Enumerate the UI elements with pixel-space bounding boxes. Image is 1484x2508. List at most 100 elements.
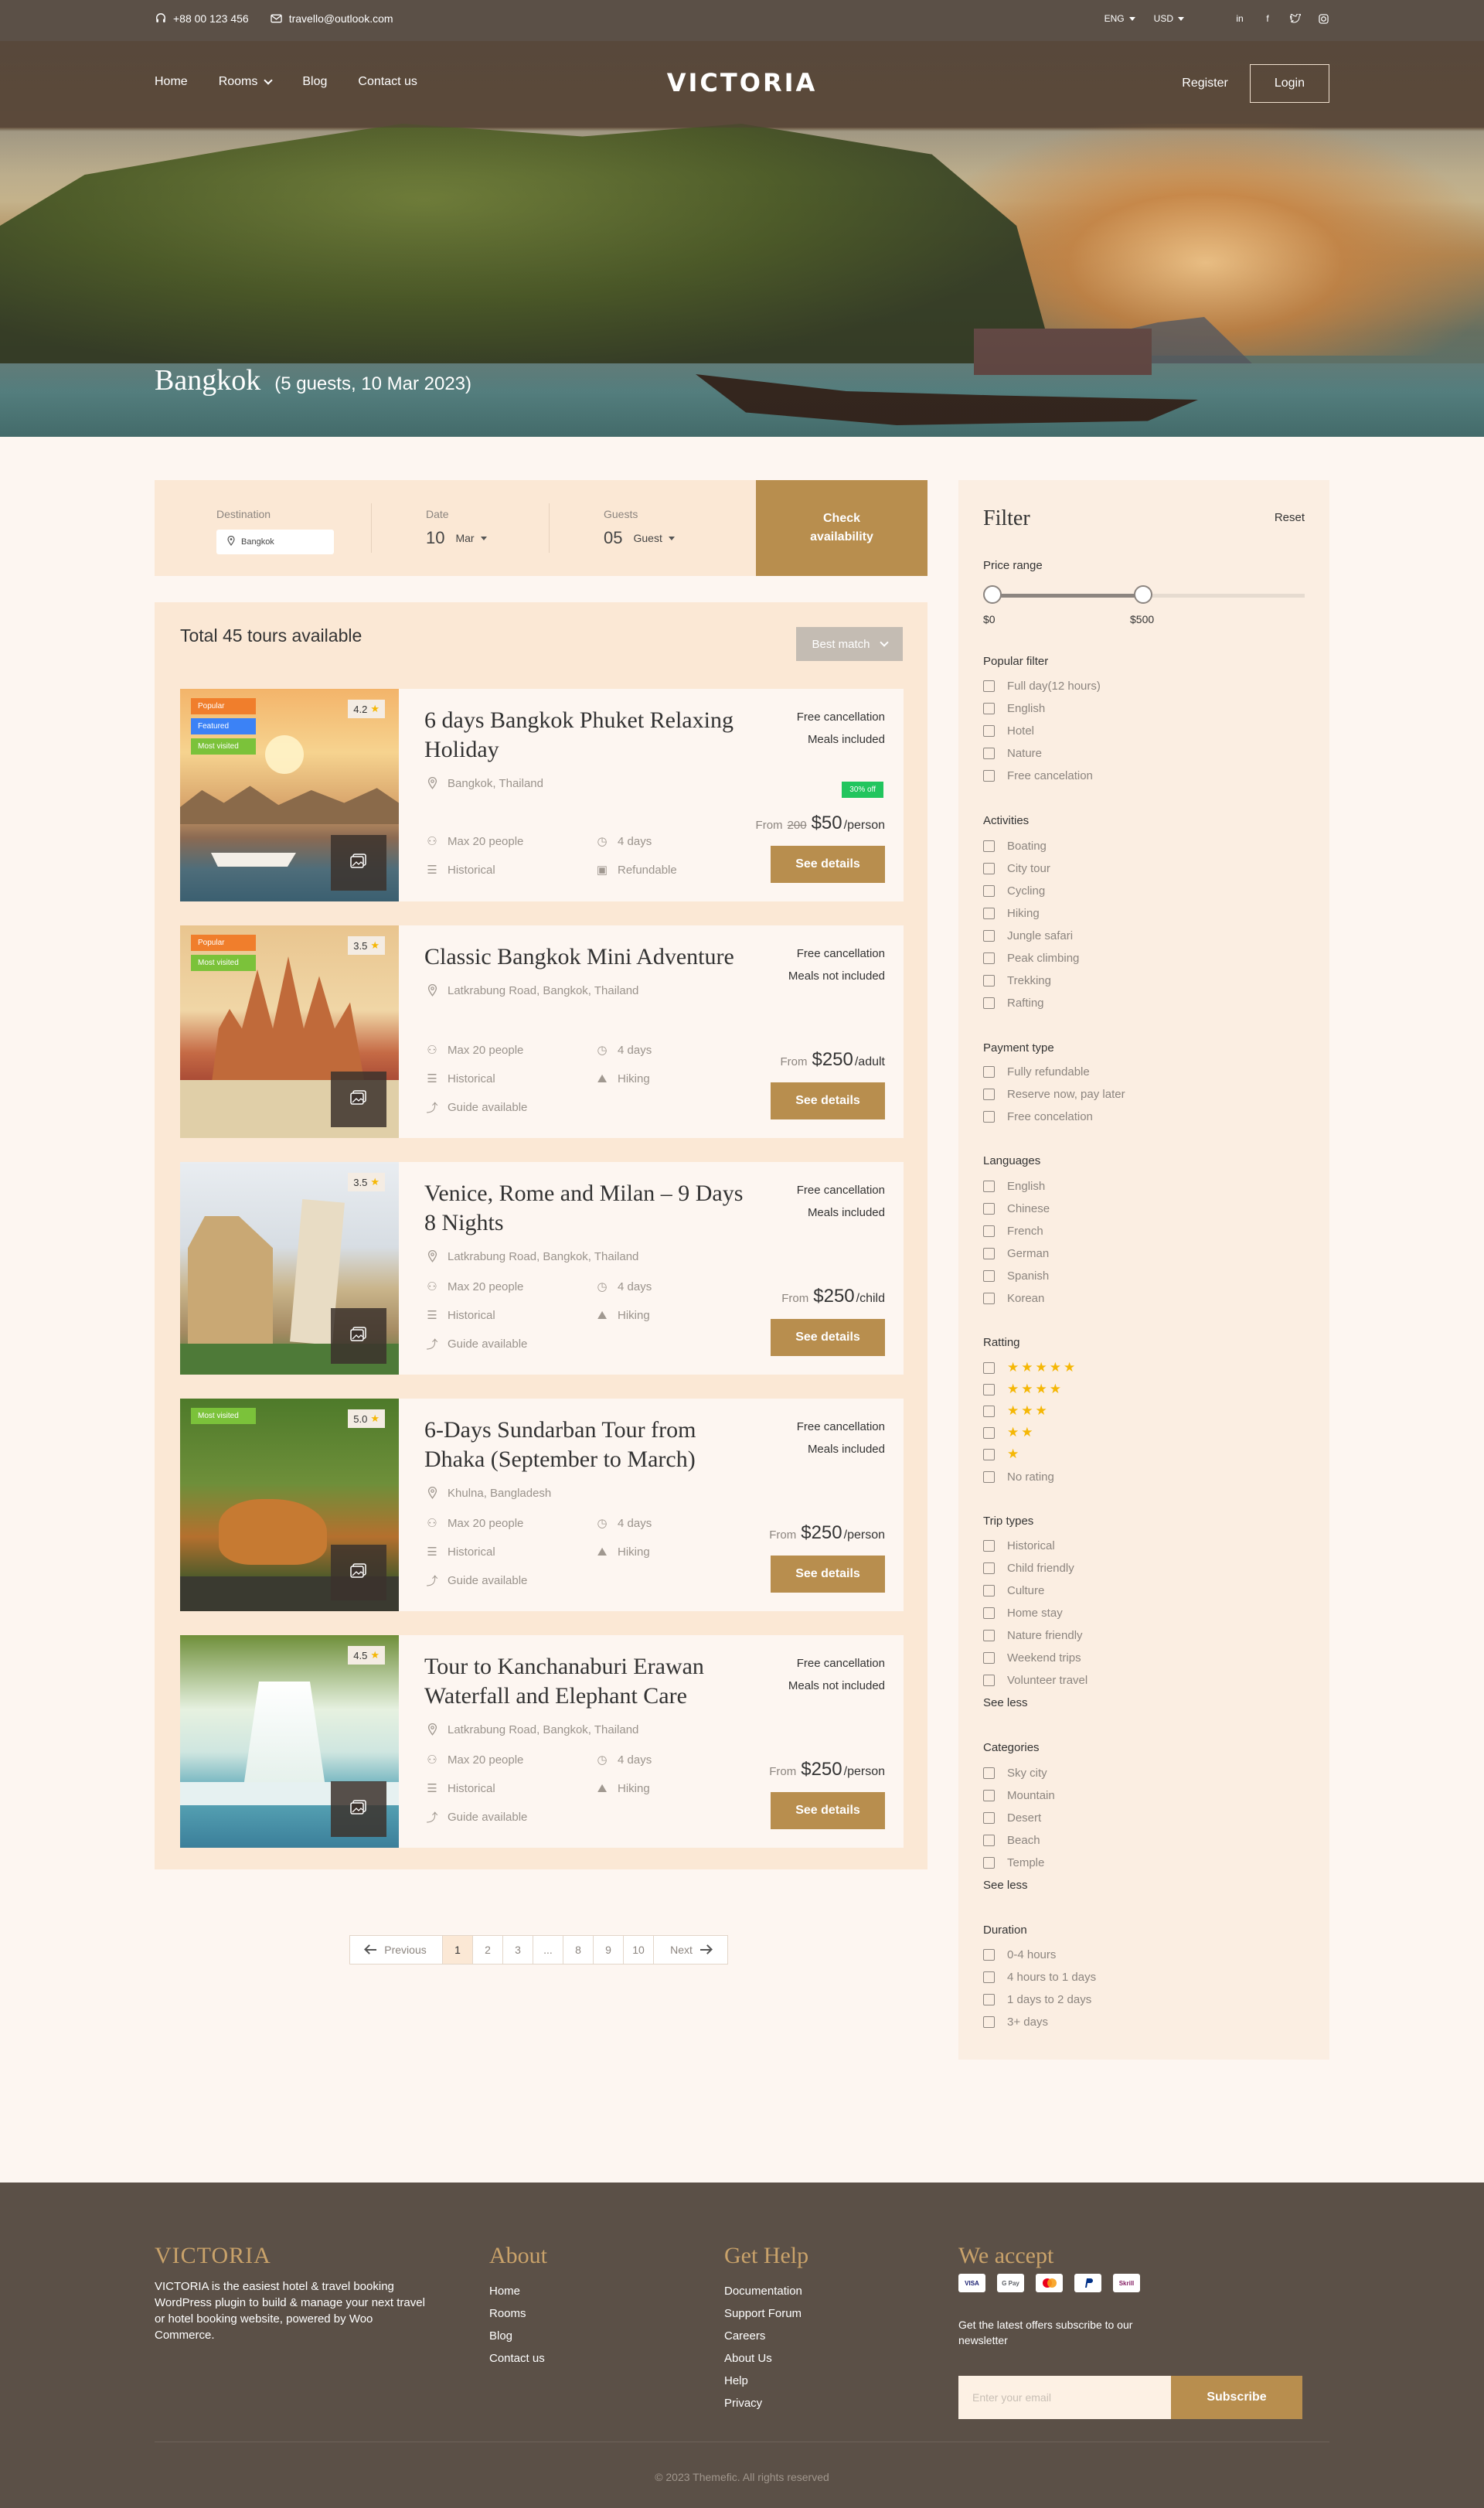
see-details-button[interactable]: See details <box>771 1082 885 1119</box>
tour-image[interactable]: Most visited 5.0 ★ <box>180 1399 399 1611</box>
page-10[interactable]: 10 <box>624 1936 654 1964</box>
footer-link-blog[interactable]: Blog <box>489 2325 545 2347</box>
page-1[interactable]: 1 <box>443 1936 473 1964</box>
see-details-button[interactable]: See details <box>771 1319 885 1356</box>
gallery-button[interactable] <box>331 1072 386 1127</box>
price-max-handle[interactable] <box>1134 585 1152 604</box>
date-field[interactable]: Date 10 Mar <box>371 503 549 553</box>
tour-card[interactable]: Popular Most visited 3.5 ★ Classic Bangko… <box>180 925 904 1138</box>
login-button[interactable]: Login <box>1249 64 1329 103</box>
checkbox-rating-1[interactable]: ★ <box>983 1447 1021 1462</box>
checkbox-duration-1d-2d[interactable]: 1 days to 2 days <box>983 1993 1091 2006</box>
checkbox-trekking[interactable]: Trekking <box>983 974 1051 987</box>
tour-image[interactable]: Popular Most visited 3.5 ★ <box>180 925 399 1138</box>
footer-logo[interactable]: VICTORIA <box>155 2243 271 2269</box>
sort-select[interactable]: Best match <box>796 627 903 661</box>
footer-link-contact[interactable]: Contact us <box>489 2347 545 2370</box>
tour-image[interactable]: 4.5 ★ <box>180 1635 399 1848</box>
footer-link-careers[interactable]: Careers <box>724 2325 802 2347</box>
tour-image[interactable]: Popular Featured Most visited 4.2 ★ <box>180 689 399 901</box>
checkbox-rating-3[interactable]: ★★★ <box>983 1403 1050 1419</box>
checkbox-trip-volunteer[interactable]: Volunteer travel <box>983 1674 1087 1687</box>
checkbox-cat-beach[interactable]: Beach <box>983 1834 1040 1847</box>
checkbox-cat-temple[interactable]: Temple <box>983 1856 1044 1869</box>
checkbox-english[interactable]: English <box>983 702 1045 715</box>
newsletter-email-input[interactable]: Enter your email <box>958 2376 1171 2419</box>
page-9[interactable]: 9 <box>594 1936 624 1964</box>
checkbox-fully-refundable[interactable]: Fully refundable <box>983 1065 1090 1079</box>
checkbox-free-cancelation[interactable]: Free cancelation <box>983 769 1093 782</box>
tour-card[interactable]: Most visited 5.0 ★ 6-Days Sundarban Tour … <box>180 1399 904 1611</box>
gallery-button[interactable] <box>331 1781 386 1837</box>
categories-see-less[interactable]: See less <box>983 1879 1028 1892</box>
tour-card[interactable]: Popular Featured Most visited 4.2 ★ 6 day… <box>180 689 904 901</box>
checkbox-lang-german[interactable]: German <box>983 1247 1049 1260</box>
checkbox-lang-english[interactable]: English <box>983 1180 1045 1193</box>
destination-input[interactable]: Bangkok <box>216 530 334 554</box>
tour-image[interactable]: 3.5 ★ <box>180 1162 399 1375</box>
tour-title[interactable]: Tour to Kanchanaburi Erawan Waterfall an… <box>424 1652 749 1711</box>
checkbox-lang-french[interactable]: French <box>983 1225 1043 1238</box>
checkbox-hotel[interactable]: Hotel <box>983 724 1034 738</box>
gallery-button[interactable] <box>331 1308 386 1364</box>
checkbox-cat-sky-city[interactable]: Sky city <box>983 1767 1047 1780</box>
checkbox-no-rating[interactable]: No rating <box>983 1470 1054 1484</box>
checkbox-trip-culture[interactable]: Culture <box>983 1584 1044 1597</box>
see-details-button[interactable]: See details <box>771 846 885 883</box>
checkbox-full-day[interactable]: Full day(12 hours) <box>983 680 1101 693</box>
checkbox-lang-korean[interactable]: Korean <box>983 1292 1044 1305</box>
page-2[interactable]: 2 <box>473 1936 503 1964</box>
checkbox-duration-4h-1d[interactable]: 4 hours to 1 days <box>983 1971 1096 1984</box>
register-link[interactable]: Register <box>1182 77 1228 90</box>
currency-select[interactable]: USD <box>1154 13 1184 24</box>
phone-contact[interactable]: +88 00 123 456 <box>155 12 249 25</box>
instagram-icon[interactable] <box>1317 12 1329 25</box>
checkbox-hiking[interactable]: Hiking <box>983 907 1040 920</box>
footer-link-rooms[interactable]: Rooms <box>489 2302 545 2325</box>
email-contact[interactable]: travello@outlook.com <box>271 12 393 25</box>
tour-card[interactable]: 4.5 ★ Tour to Kanchanaburi Erawan Waterfa… <box>180 1635 904 1848</box>
price-range-slider[interactable] <box>983 585 1305 604</box>
checkbox-rafting[interactable]: Rafting <box>983 997 1044 1010</box>
checkbox-reserve-now[interactable]: Reserve now, pay later <box>983 1088 1125 1101</box>
checkbox-duration-3plus[interactable]: 3+ days <box>983 2016 1048 2029</box>
checkbox-jungle-safari[interactable]: Jungle safari <box>983 929 1073 942</box>
footer-link-about-us[interactable]: About Us <box>724 2347 802 2370</box>
checkbox-rating-5[interactable]: ★★★★★ <box>983 1360 1077 1375</box>
checkbox-duration-0-4[interactable]: 0-4 hours <box>983 1948 1056 1961</box>
page-3[interactable]: 3 <box>503 1936 533 1964</box>
checkbox-trip-weekend[interactable]: Weekend trips <box>983 1651 1081 1665</box>
price-min-handle[interactable] <box>983 585 1002 604</box>
previous-page-button[interactable]: Previous <box>350 1936 443 1964</box>
checkbox-trip-historical[interactable]: Historical <box>983 1539 1055 1552</box>
checkbox-free-concelation[interactable]: Free concelation <box>983 1110 1093 1123</box>
tour-title[interactable]: 6 days Bangkok Phuket Relaxing Holiday <box>424 706 749 765</box>
checkbox-rating-2[interactable]: ★★ <box>983 1425 1035 1440</box>
next-page-button[interactable]: Next <box>654 1936 727 1964</box>
reset-filter-button[interactable]: Reset <box>1275 511 1305 524</box>
tour-title[interactable]: Venice, Rome and Milan – 9 Days 8 Nights <box>424 1179 749 1238</box>
checkbox-boating[interactable]: Boating <box>983 840 1047 853</box>
footer-link-help[interactable]: Help <box>724 2370 802 2392</box>
subscribe-button[interactable]: Subscribe <box>1171 2376 1302 2419</box>
guests-field[interactable]: Guests 05 Guest <box>549 503 738 553</box>
footer-link-privacy[interactable]: Privacy <box>724 2392 802 2414</box>
linkedin-icon[interactable]: in <box>1234 12 1246 25</box>
trip-types-see-less[interactable]: See less <box>983 1696 1028 1709</box>
gallery-button[interactable] <box>331 1545 386 1600</box>
checkbox-cat-desert[interactable]: Desert <box>983 1811 1041 1825</box>
footer-link-documentation[interactable]: Documentation <box>724 2280 802 2302</box>
page-8[interactable]: 8 <box>563 1936 594 1964</box>
facebook-icon[interactable]: f <box>1261 12 1274 25</box>
check-availability-button[interactable]: Check availability <box>756 480 928 576</box>
tour-title[interactable]: Classic Bangkok Mini Adventure <box>424 942 780 972</box>
checkbox-lang-chinese[interactable]: Chinese <box>983 1202 1050 1215</box>
checkbox-lang-spanish[interactable]: Spanish <box>983 1269 1049 1283</box>
checkbox-trip-nature-friendly[interactable]: Nature friendly <box>983 1629 1083 1642</box>
tour-title[interactable]: 6-Days Sundarban Tour from Dhaka (Septem… <box>424 1416 749 1474</box>
language-select[interactable]: ENG <box>1104 13 1135 24</box>
gallery-button[interactable] <box>331 835 386 891</box>
see-details-button[interactable]: See details <box>771 1556 885 1593</box>
footer-link-support[interactable]: Support Forum <box>724 2302 802 2325</box>
checkbox-trip-child-friendly[interactable]: Child friendly <box>983 1562 1074 1575</box>
